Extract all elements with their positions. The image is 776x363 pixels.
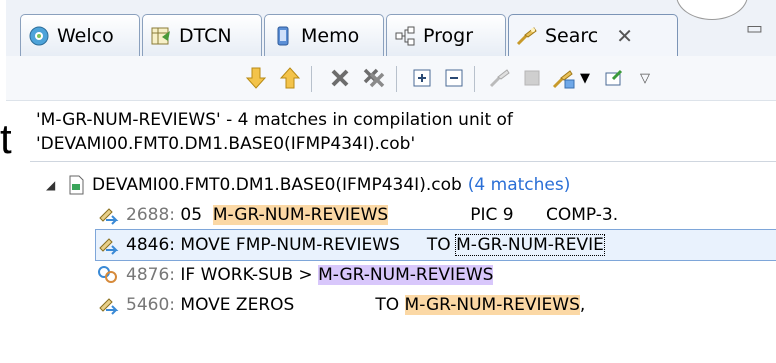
match-suffix: , [579,295,586,315]
match-highlight: M-GR-NUM-REVIE [455,234,605,256]
search-summary: 'M-GR-NUM-REVIEWS' - 4 matches in compil… [36,108,776,156]
line-number: 2688: [126,205,175,225]
match-row[interactable]: 4876: IF WORK-SUB > M-GR-NUM-REVIEWS [96,260,494,290]
table-icon [149,24,173,48]
match-prefix: MOVE FMP-NUM-REVIEWS TO [175,235,457,255]
search-toolbar: ▼ ▽ [6,56,776,101]
read-access-icon [96,294,120,316]
line-number: 5460: [126,295,175,315]
divider [30,161,776,162]
tab-program[interactable]: Progr [386,14,506,56]
tab-welcome[interactable]: Welco [20,14,140,56]
match-row[interactable]: 2688: 05 M-GR-NUM-REVIEWS PIC 9 COMP-3. [96,200,618,230]
match-prefix: MOVE ZEROS TO [175,295,405,315]
tab-label: Progr [423,24,474,47]
pin-view-icon[interactable] [600,64,628,92]
read-access-icon [96,204,120,226]
tab-label: Searc [545,24,599,47]
remove-all-matches-icon[interactable] [360,64,388,92]
next-match-icon[interactable] [242,64,270,92]
match-prefix: 05 [175,205,213,225]
view-menu-icon[interactable]: ▽ [636,64,654,92]
file-name: DEVAMI00.FMT0.DM1.BASE0(IFMP434I).cob [92,175,462,195]
cobol-file-icon [66,174,86,196]
match-row[interactable]: 5460: MOVE ZEROS TO M-GR-NUM-REVIEWS , [96,290,585,320]
cancel-search-icon[interactable] [518,64,546,92]
collapse-all-icon[interactable] [440,64,468,92]
match-row-selected[interactable]: 4846: MOVE FMP-NUM-REVIEWS TO M-GR-NUM-R… [95,229,776,261]
match-highlight: M-GR-NUM-REVIEWS [318,265,494,285]
tab-strip: Welco DTCN Memo Progr Searc ✕ ▭ [6,0,776,57]
tab-memory[interactable]: Memo [264,14,384,56]
match-prefix: IF WORK-SUB > [175,265,319,285]
expand-all-icon[interactable] [408,64,436,92]
tab-search[interactable]: Searc ✕ [508,14,678,56]
match-highlight: M-GR-NUM-REVIEWS [212,205,389,225]
search-view-panel: Welco DTCN Memo Progr Searc ✕ ▭ ▼ ▽ 'M-G… [6,0,776,363]
match-suffix: PIC 9 COMP-3. [470,205,619,225]
chevron-down-icon[interactable]: ◢ [46,178,62,192]
remove-selected-matches-icon[interactable] [326,64,354,92]
summary-line: 'M-GR-NUM-REVIEWS' - 4 matches in compil… [36,110,513,130]
minimize-icon[interactable]: ▭ [746,18,763,39]
tab-label: Welco [57,24,114,47]
write-access-icon [96,264,120,286]
line-number: 4846: [126,235,175,255]
chevron-down-icon[interactable]: ▼ [576,64,594,92]
tab-dtcn[interactable]: DTCN [142,14,262,56]
file-node[interactable]: ◢ DEVAMI00.FMT0.DM1.BASE0(IFMP434I).cob … [46,170,570,200]
search-icon [515,24,539,48]
program-icon [393,24,417,48]
line-number: 4876: [126,265,175,285]
toolbar-separator [474,66,475,92]
match-count: (4 matches) [467,175,571,195]
match-highlight: M-GR-NUM-REVIEWS [404,295,580,315]
tab-label: Memo [301,24,360,47]
previous-match-icon[interactable] [276,64,304,92]
summary-line: 'DEVAMI00.FMT0.DM1.BASE0(IFMP434I).cob' [36,134,416,154]
close-icon[interactable]: ✕ [616,24,633,48]
tab-label: DTCN [179,24,232,47]
screenshot-stage: t Welco DTCN Memo Progr Searc ✕ ▭ ▼ ▽ 'M… [0,0,776,363]
toolbar-separator [311,66,312,92]
read-access-icon [96,234,120,256]
toolbar-separator [396,66,397,92]
run-search-again-icon[interactable] [486,64,514,92]
welcome-icon [27,24,51,48]
search-history-icon[interactable] [550,64,578,92]
memory-icon [271,24,295,48]
